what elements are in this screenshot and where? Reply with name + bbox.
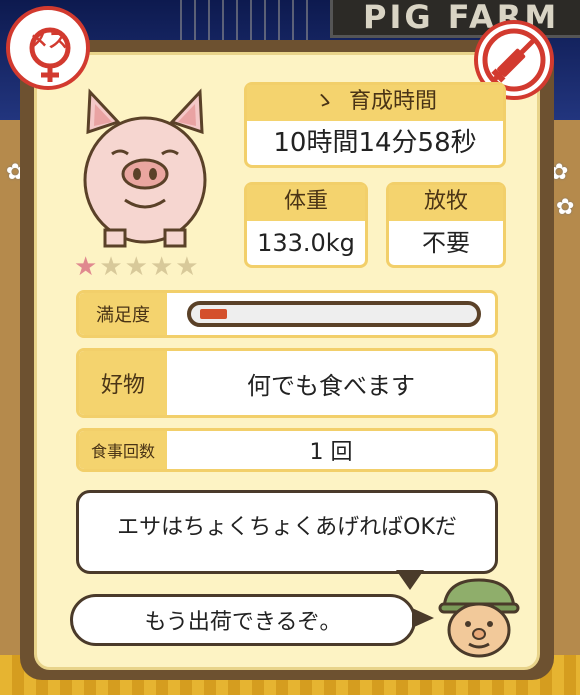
satisfaction-row: 満足度: [76, 290, 498, 338]
star-icon: ★: [74, 252, 98, 282]
speech-bubble-ship-ready[interactable]: もう出荷できるぞ。: [70, 594, 416, 646]
farmer-avatar: [438, 578, 520, 658]
speech-bubble-tail: [396, 570, 424, 590]
grazing-label: 放牧: [389, 185, 503, 221]
rating-stars: ★ ★ ★ ★ ★: [74, 254, 199, 280]
stopwatch-icon: ゝ: [312, 89, 335, 114]
grazing-card: 放牧 不要: [386, 182, 506, 268]
growth-time-value: 10時間14分58秒: [273, 128, 477, 158]
growth-time-card: ゝ育成時間 10時間14分58秒: [244, 82, 506, 168]
meal-count-value: 1 回: [309, 440, 353, 465]
weight-value: 133.0kg: [257, 229, 355, 257]
gender-badge: メス: [6, 6, 90, 90]
weight-label: 体重: [247, 185, 365, 221]
star-icon: ★: [124, 252, 148, 282]
meal-count-label: 食事回数: [79, 431, 167, 469]
satisfaction-label: 満足度: [79, 293, 167, 335]
speech-bubble-advice[interactable]: エサはちょくちょくあげればOKだ: [76, 490, 498, 574]
female-icon: [29, 27, 71, 82]
weight-card: 体重 133.0kg: [244, 182, 368, 268]
star-icon: ★: [175, 252, 199, 282]
growth-time-header: ゝ育成時間: [247, 85, 503, 121]
growth-time-label: 育成時間: [349, 89, 438, 114]
speech-bubble-tail: [412, 608, 434, 628]
meal-count-row: 食事回数 1 回: [76, 428, 498, 472]
favorite-food-label: 好物: [79, 351, 167, 415]
star-icon: ★: [99, 252, 123, 282]
satisfaction-bar: [187, 301, 481, 327]
grazing-value: 不要: [422, 229, 470, 257]
flower-icon: ✿: [556, 195, 575, 220]
favorite-food-value: 何でも食べます: [247, 371, 415, 400]
star-icon: ★: [149, 252, 174, 282]
satisfaction-bar-fill: [200, 309, 227, 319]
favorite-food-row: 好物 何でも食べます: [76, 348, 498, 418]
pig-portrait: [83, 88, 207, 248]
